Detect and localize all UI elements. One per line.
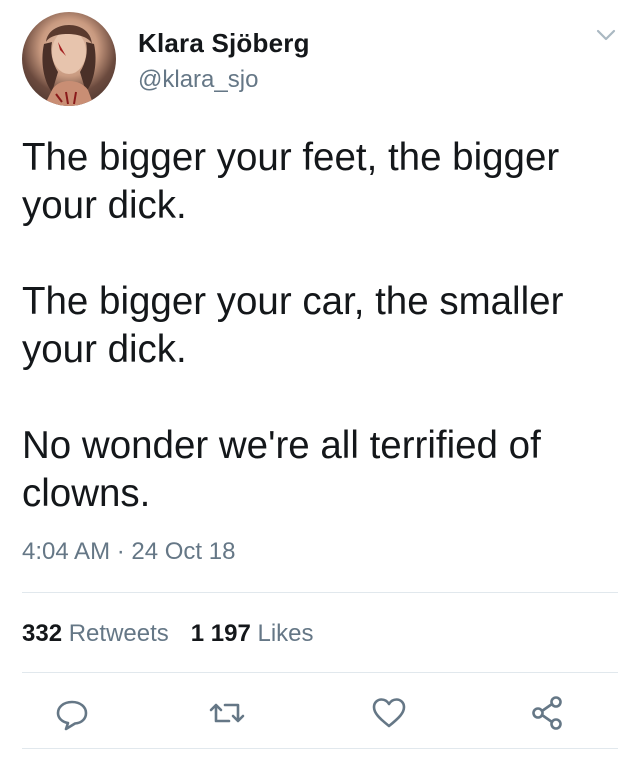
heart-icon[interactable] — [369, 693, 409, 733]
retweets-stat[interactable]: 332 Retweets — [22, 620, 169, 647]
author-handle[interactable]: @klara_sjo — [138, 66, 258, 94]
likes-label: Likes — [257, 620, 314, 647]
likes-stat[interactable]: 1 197 Likes — [191, 620, 314, 647]
avatar-image — [42, 25, 96, 106]
reply-icon[interactable] — [52, 693, 92, 733]
tweet-paragraph: The bigger your car, the smaller your di… — [22, 280, 564, 371]
retweets-count: 332 — [22, 620, 63, 647]
tweet-paragraph: No wonder we're all terrified of clowns. — [22, 424, 541, 515]
tweet-timestamp[interactable]: 4:04 AM · 24 Oct 18 — [22, 538, 235, 566]
divider — [22, 592, 618, 593]
tweet-paragraph: The bigger your feet, the bigger your di… — [22, 136, 560, 227]
retweets-label: Retweets — [68, 620, 169, 647]
retweet-icon[interactable] — [207, 693, 247, 733]
chevron-down-icon[interactable] — [594, 26, 618, 44]
divider — [22, 748, 618, 749]
share-icon[interactable] — [527, 693, 567, 733]
divider — [22, 672, 618, 673]
tweet-card: Klara Sjöberg @klara_sjo The bigger your… — [0, 0, 640, 757]
tweet-stats: 332 Retweets 1 197 Likes — [22, 620, 336, 648]
tweet-text: The bigger your feet, the bigger your di… — [22, 134, 618, 518]
tweet-actions — [0, 693, 640, 733]
avatar[interactable] — [22, 12, 116, 106]
likes-count: 1 197 — [190, 620, 251, 647]
author-display-name[interactable]: Klara Sjöberg — [138, 28, 310, 59]
